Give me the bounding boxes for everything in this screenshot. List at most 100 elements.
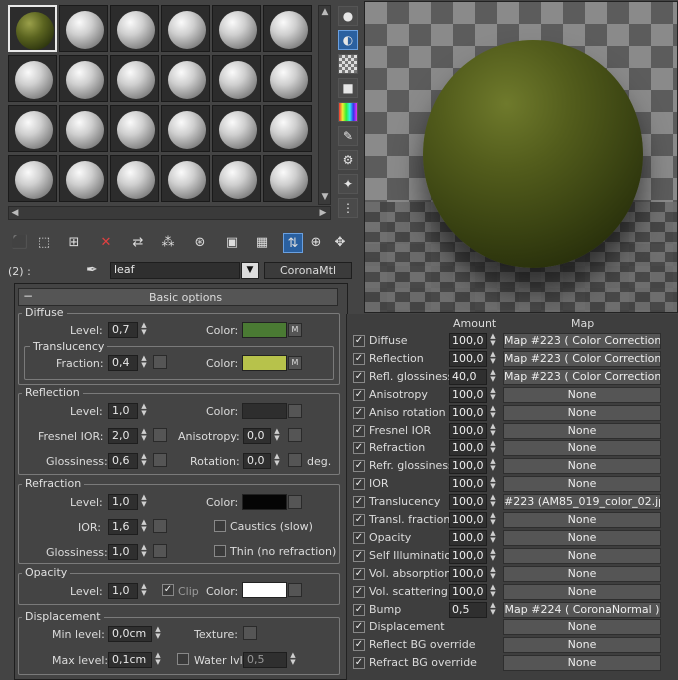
map-amount-field[interactable]: 100,0: [449, 476, 487, 493]
map-amount-spinner[interactable]: ▲ ▼: [488, 440, 498, 456]
show-shaded-icon[interactable]: ▣: [222, 233, 242, 253]
material-slot[interactable]: [212, 55, 261, 102]
displacement-texture-button[interactable]: [243, 626, 257, 640]
map-enable-checkbox[interactable]: ✓: [353, 531, 365, 544]
material-slot[interactable]: [161, 155, 210, 202]
map-enable-checkbox[interactable]: ✓: [353, 657, 365, 670]
translucency-fraction-spinner[interactable]: ▲ ▼: [139, 355, 149, 371]
refraction-map-button[interactable]: [288, 495, 302, 509]
select-by-material-icon[interactable]: ✦: [338, 174, 358, 194]
anisotropy-spinner[interactable]: ▲ ▼: [272, 428, 282, 444]
map-amount-spinner[interactable]: ▲ ▼: [488, 512, 498, 528]
water-level-field[interactable]: 0,5: [243, 652, 287, 668]
map-slot-button[interactable]: Map #224 ( CoronaNormal ): [503, 601, 661, 618]
material-slot[interactable]: [59, 155, 108, 202]
map-amount-field[interactable]: 100,0: [449, 529, 487, 546]
max-level-spinner[interactable]: ▲ ▼: [153, 652, 163, 668]
map-amount-field[interactable]: 100,0: [449, 512, 487, 528]
material-slot[interactable]: [212, 105, 261, 152]
opacity-level-field[interactable]: 1,0: [108, 583, 138, 599]
material-slot[interactable]: [263, 105, 312, 152]
translucency-fraction-map-button[interactable]: [153, 355, 167, 369]
diffuse-level-spinner[interactable]: ▲ ▼: [139, 322, 149, 338]
eyedropper-icon[interactable]: ✒: [86, 262, 98, 278]
map-amount-spinner[interactable]: ▲ ▼: [488, 350, 498, 367]
map-enable-checkbox[interactable]: ✓: [353, 603, 365, 616]
reflection-level-spinner[interactable]: ▲ ▼: [139, 403, 149, 419]
material-slot[interactable]: [8, 55, 57, 102]
clip-checkbox[interactable]: ✓: [162, 584, 174, 596]
map-slot-button[interactable]: #223 (AM85_019_color_02.jpg): [503, 494, 661, 511]
refraction-level-field[interactable]: 1,0: [108, 494, 138, 510]
sample-type-icon[interactable]: ●: [338, 6, 358, 26]
map-enable-checkbox[interactable]: ✓: [353, 406, 365, 419]
material-slot[interactable]: [161, 5, 210, 52]
material-slot[interactable]: [263, 5, 312, 52]
map-amount-spinner[interactable]: ▲ ▼: [488, 494, 498, 510]
map-slot-button[interactable]: None: [503, 422, 661, 439]
map-enable-checkbox[interactable]: ✓: [353, 621, 365, 634]
min-level-spinner[interactable]: ▲ ▼: [153, 626, 163, 642]
refraction-glossiness-map-button[interactable]: [153, 544, 167, 558]
map-amount-field[interactable]: 100,0: [449, 583, 487, 600]
background-icon[interactable]: [338, 54, 358, 74]
map-amount-field[interactable]: 0,5: [449, 601, 487, 618]
reflection-map-button[interactable]: [288, 404, 302, 418]
map-amount-field[interactable]: 100,0: [449, 350, 487, 367]
map-amount-spinner[interactable]: ▲ ▼: [488, 529, 498, 546]
map-enable-checkbox[interactable]: ✓: [353, 460, 365, 473]
ior-map-button[interactable]: [153, 519, 167, 533]
material-slot[interactable]: [110, 5, 159, 52]
translucency-color-swatch[interactable]: [242, 355, 287, 371]
material-id-channel-icon[interactable]: ⊛: [190, 233, 210, 253]
material-slot[interactable]: [110, 155, 159, 202]
ior-spinner[interactable]: ▲ ▼: [139, 519, 149, 535]
rotation-map-button[interactable]: [288, 453, 302, 467]
caustics-checkbox[interactable]: [214, 520, 226, 532]
ior-field[interactable]: 1,6: [108, 519, 138, 535]
material-navigator-icon[interactable]: ⋮: [338, 198, 358, 218]
opacity-color-swatch[interactable]: [242, 582, 287, 598]
reflection-color-swatch[interactable]: [242, 403, 287, 419]
map-slot-button[interactable]: Map #223 ( Color Correction ): [503, 333, 661, 349]
map-amount-spinner[interactable]: ▲ ▼: [488, 458, 498, 474]
map-amount-spinner[interactable]: ▲ ▼: [488, 583, 498, 600]
material-slot[interactable]: [161, 105, 210, 152]
get-material-icon[interactable]: ⬛: [10, 233, 30, 253]
material-slot[interactable]: [212, 5, 261, 52]
fresnel-ior-field[interactable]: 2,0: [108, 428, 138, 444]
rollout-collapse-icon[interactable]: −: [23, 289, 33, 303]
water-level-spinner[interactable]: ▲ ▼: [288, 652, 298, 668]
map-amount-spinner[interactable]: ▲ ▼: [488, 404, 498, 421]
map-slot-button[interactable]: None: [503, 476, 661, 493]
options-icon[interactable]: ⚙: [338, 150, 358, 170]
opacity-map-button[interactable]: [288, 583, 302, 597]
map-slot-button[interactable]: Map #223 ( Color Correction ): [503, 368, 661, 385]
anisotropy-map-button[interactable]: [288, 428, 302, 442]
map-amount-spinner[interactable]: ▲ ▼: [488, 476, 498, 492]
max-level-field[interactable]: 0,1cm: [108, 652, 152, 668]
map-slot-button[interactable]: None: [503, 458, 661, 475]
map-amount-field[interactable]: 100,0: [449, 494, 487, 511]
reset-map-icon[interactable]: ✕: [96, 233, 116, 253]
map-amount-field[interactable]: 100,0: [449, 386, 487, 403]
map-amount-spinner[interactable]: ▲ ▼: [488, 601, 498, 618]
assign-to-selection-icon[interactable]: ⊞: [64, 233, 84, 253]
map-amount-field[interactable]: 100,0: [449, 458, 487, 475]
map-enable-checkbox[interactable]: ✓: [353, 567, 365, 580]
fresnel-ior-map-button[interactable]: [153, 428, 167, 442]
map-enable-checkbox[interactable]: ✓: [353, 478, 365, 491]
refraction-level-spinner[interactable]: ▲ ▼: [139, 494, 149, 510]
map-amount-field[interactable]: 100,0: [449, 565, 487, 582]
map-enable-checkbox[interactable]: ✓: [353, 370, 365, 383]
map-enable-checkbox[interactable]: ✓: [353, 388, 365, 401]
material-slot[interactable]: [110, 105, 159, 152]
show-end-result-icon[interactable]: ▦: [252, 233, 272, 253]
opacity-level-spinner[interactable]: ▲ ▼: [139, 583, 149, 599]
map-amount-spinner[interactable]: ▲ ▼: [488, 422, 498, 439]
make-unique-icon[interactable]: ⇄: [128, 233, 148, 253]
map-amount-spinner[interactable]: ▲ ▼: [488, 547, 498, 564]
map-slot-button[interactable]: None: [503, 655, 661, 672]
map-amount-spinner[interactable]: ▲ ▼: [488, 386, 498, 403]
map-enable-checkbox[interactable]: ✓: [353, 442, 365, 455]
